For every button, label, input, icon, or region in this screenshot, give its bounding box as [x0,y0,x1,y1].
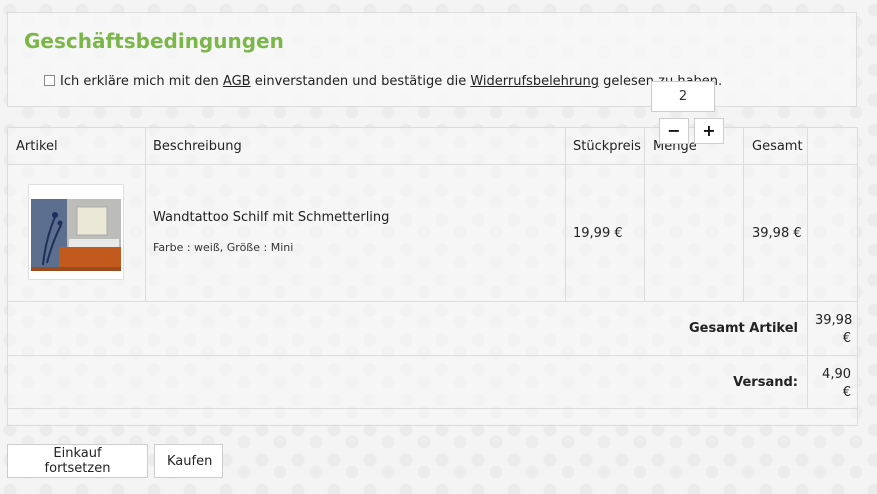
line-total: 39,98 € [752,226,802,241]
product-name[interactable]: Wandtattoo Schilf mit Schmetterling [153,210,389,225]
terms-text-before: Ich erkläre mich mit den [60,74,223,89]
terms-checkbox[interactable] [44,75,55,86]
terms-title: Geschäftsbedingungen [24,29,284,53]
quantity-increase-button[interactable]: + [694,118,724,144]
shipping-label: Versand: [733,375,798,390]
articles-total-label: Gesamt Artikel [689,321,798,336]
row-divider [8,301,857,302]
quantity-decrease-button[interactable]: − [659,118,689,144]
unit-price: 19,99 € [573,226,623,241]
shipping-amount: 4,90 [822,367,851,382]
header-total: Gesamt [752,139,803,154]
grid-line [743,128,744,301]
terms-section: Geschäftsbedingungen Ich erkläre mich mi… [7,12,857,107]
grid-line [565,128,566,301]
row-divider [8,408,857,409]
row-divider [8,355,857,356]
product-options: Farbe : weiß, Größe : Mini [153,241,294,254]
widerruf-link[interactable]: Widerrufsbelehrung [470,74,599,89]
continue-shopping-button[interactable]: Einkauf fortsetzen [7,444,148,478]
shipping-value: 4,90 € [815,366,851,402]
shipping-currency: € [842,385,851,400]
header-description: Beschreibung [153,139,242,154]
quantity-input[interactable] [651,81,715,112]
grid-line [145,128,146,301]
product-thumbnail[interactable] [28,184,124,280]
articles-total-currency: € [842,331,851,346]
terms-agreement: Ich erkläre mich mit den AGB einverstand… [44,74,722,89]
header-unit-price: Stückpreis [573,139,641,154]
product-image [31,199,121,271]
buy-button[interactable]: Kaufen [154,444,223,478]
articles-total-amount: 39,98 [815,313,853,328]
articles-total-value: 39,98 € [815,312,853,348]
terms-text-middle: einverstanden und bestätige die [250,74,471,89]
header-article: Artikel [16,139,58,154]
header-divider [8,164,857,165]
grid-line [644,128,645,301]
cart-table: Artikel Beschreibung Stückpreis Menge Ge… [7,127,858,426]
agb-link[interactable]: AGB [223,74,251,89]
grid-line [807,128,808,408]
